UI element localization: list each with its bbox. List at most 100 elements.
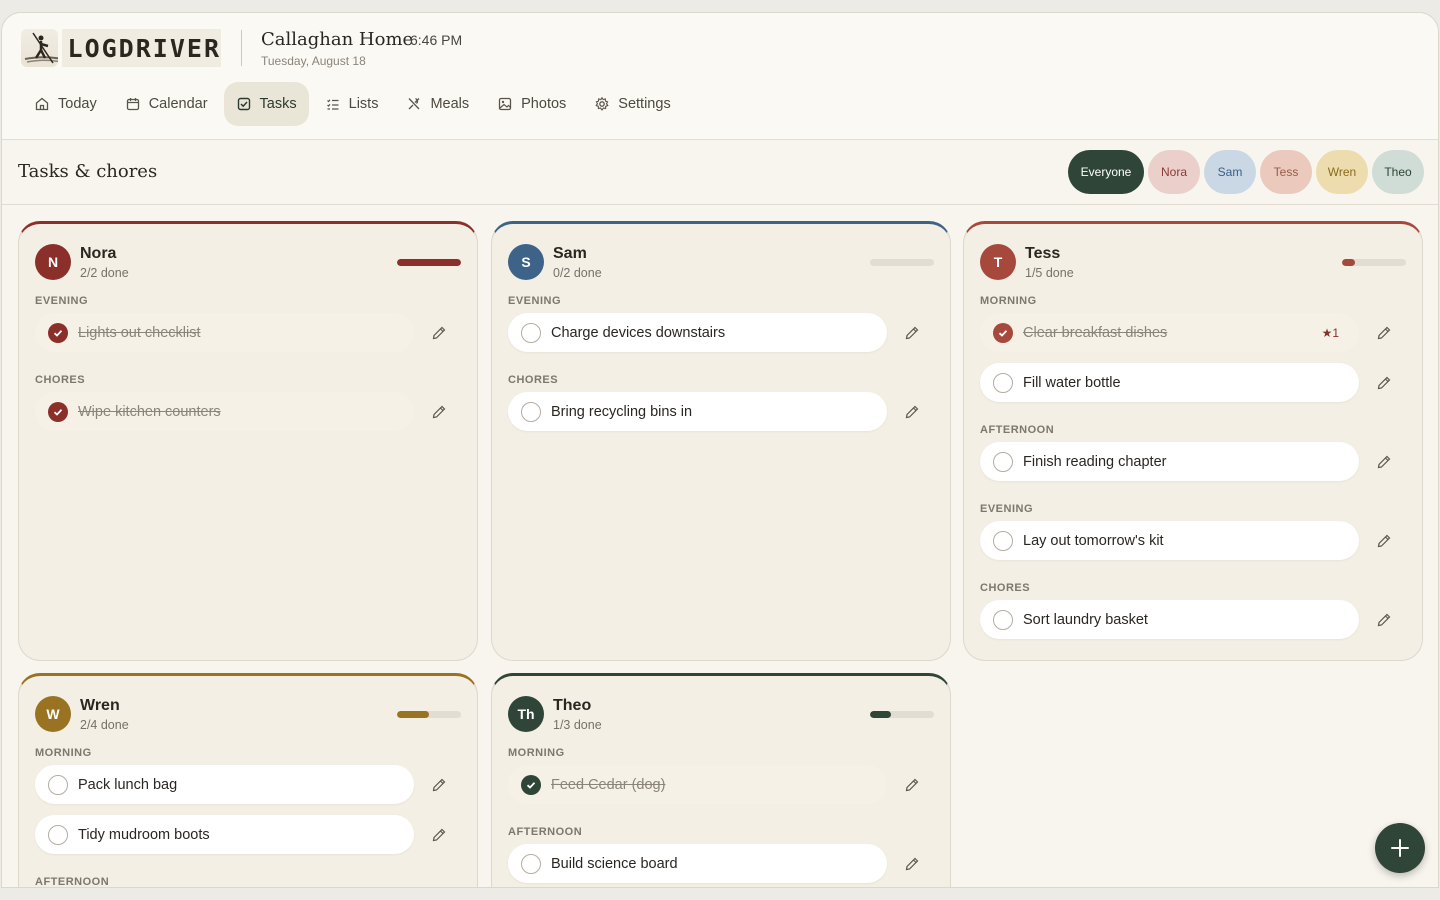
task-item[interactable]: Lights out checklist [35, 313, 414, 352]
filter-tess[interactable]: Tess [1260, 150, 1312, 194]
image-icon [498, 97, 512, 111]
task-item[interactable]: Tidy mudroom boots [35, 815, 414, 854]
nav-calendar[interactable]: Calendar [113, 82, 220, 126]
filter-theo[interactable]: Theo [1372, 150, 1424, 194]
progress-fill [397, 711, 429, 718]
task-item[interactable]: Bring recycling bins in [508, 392, 887, 431]
section-label: CHORES [508, 374, 559, 386]
nav-tasks-label: Tasks [259, 96, 297, 112]
edit-pencil-icon[interactable] [1376, 454, 1392, 470]
checked-circle-icon[interactable] [521, 774, 541, 795]
list-icon [326, 99, 339, 110]
brand-wordmark: LOGDRIVER [61, 29, 221, 67]
unchecked-circle-icon[interactable] [521, 322, 541, 343]
edit-pencil-icon[interactable] [904, 856, 920, 872]
person-name: Tess [1025, 244, 1061, 262]
person-name: Wren [80, 696, 120, 714]
check-square-icon [237, 97, 250, 111]
task-item[interactable]: Charge devices downstairs [508, 313, 887, 352]
app-header: LOGDRIVER Callaghan Home 6:46 PM Tuesday… [2, 13, 1438, 140]
filter-everyone[interactable]: Everyone [1068, 150, 1144, 194]
person-filter: Everyone Nora Sam Tess Wren Theo [1068, 150, 1424, 194]
edit-pencil-icon[interactable] [904, 777, 920, 793]
unchecked-circle-icon[interactable] [48, 824, 68, 845]
task-item[interactable]: Pack lunch bag [35, 765, 414, 804]
filter-sam[interactable]: Sam [1204, 150, 1256, 194]
edit-pencil-icon[interactable] [1376, 375, 1392, 391]
unchecked-circle-icon[interactable] [521, 853, 541, 874]
task-item[interactable]: Feed Cedar (dog) [508, 765, 887, 804]
checked-circle-icon[interactable] [993, 322, 1013, 343]
progress-fill [1342, 259, 1355, 266]
task-item[interactable]: Build science board [508, 844, 887, 883]
avatar: Th [508, 696, 544, 732]
completion-count: 2/2 done [80, 265, 129, 280]
edit-pencil-icon[interactable] [431, 325, 447, 341]
section-label: AFTERNOON [35, 876, 110, 888]
person-info: Nora 2/2 done [80, 245, 129, 280]
progress-bar [397, 711, 461, 718]
person-card-header: W Wren 2/4 done [35, 696, 129, 732]
task-text: Build science board [551, 855, 678, 872]
edit-pencil-icon[interactable] [1376, 612, 1392, 628]
unchecked-circle-icon[interactable] [993, 372, 1013, 393]
task-text: Sort laundry basket [1023, 611, 1148, 628]
logo[interactable]: LOGDRIVER [21, 29, 221, 67]
add-task-button[interactable] [1375, 823, 1425, 873]
unchecked-circle-icon[interactable] [993, 451, 1013, 472]
task-text: Fill water bottle [1023, 374, 1121, 391]
person-card-tess: T Tess 1/5 done MORNING Clear breakfast dish… [963, 221, 1423, 661]
current-time: 6:46 PM [410, 32, 463, 48]
task-text: Charge devices downstairs [551, 324, 726, 341]
task-item[interactable]: Lay out tomorrow's kit [980, 521, 1359, 560]
checked-circle-icon[interactable] [48, 322, 68, 343]
progress-fill [870, 711, 892, 718]
home-icon [35, 97, 49, 111]
task-item[interactable]: Clear breakfast dishes ★1 [980, 313, 1359, 352]
person-card-header: N Nora 2/2 done [35, 244, 129, 280]
logdriver-logo-icon [21, 29, 58, 67]
task-item[interactable]: Fill water bottle [980, 363, 1359, 402]
edit-pencil-icon[interactable] [431, 827, 447, 843]
section-label: AFTERNOON [508, 826, 583, 838]
task-text: Bring recycling bins in [551, 403, 693, 420]
checked-circle-icon[interactable] [48, 401, 68, 422]
filter-nora[interactable]: Nora [1148, 150, 1200, 194]
nav-photos-label: Photos [521, 96, 567, 112]
nav-meals[interactable]: Meals [394, 82, 481, 126]
unchecked-circle-icon[interactable] [48, 774, 68, 795]
edit-pencil-icon[interactable] [431, 777, 447, 793]
nav-today[interactable]: Today [22, 82, 109, 126]
section-label: EVENING [980, 503, 1034, 515]
unchecked-circle-icon[interactable] [993, 530, 1013, 551]
filter-wren[interactable]: Wren [1316, 150, 1368, 194]
person-name: Theo [553, 696, 592, 714]
section-label: CHORES [35, 374, 86, 386]
nav-tasks[interactable]: Tasks [223, 82, 309, 126]
section-label: EVENING [35, 295, 89, 307]
person-card-sam: S Sam 0/2 done EVENING Charge devices downst… [491, 221, 951, 661]
person-card-header: T Tess 1/5 done [980, 244, 1074, 280]
nav-lists[interactable]: Lists [313, 82, 391, 126]
avatar: N [35, 244, 71, 280]
edit-pencil-icon[interactable] [1376, 325, 1392, 341]
task-item[interactable]: Finish reading chapter [980, 442, 1359, 481]
section-label: MORNING [508, 747, 565, 759]
task-item[interactable]: Sort laundry basket [980, 600, 1359, 639]
edit-pencil-icon[interactable] [1376, 533, 1392, 549]
unchecked-circle-icon[interactable] [993, 609, 1013, 630]
progress-bar [870, 259, 934, 266]
unchecked-circle-icon[interactable] [521, 401, 541, 422]
nav-settings[interactable]: Settings [582, 82, 682, 126]
edit-pencil-icon[interactable] [904, 325, 920, 341]
task-text: Lights out checklist [78, 324, 201, 341]
nav-photos[interactable]: Photos [485, 82, 578, 126]
nav-settings-label: Settings [618, 96, 671, 112]
progress-bar [397, 259, 461, 266]
task-item[interactable]: Wipe kitchen counters [35, 392, 414, 431]
person-card-theo: Th Theo 1/3 done MORNING Feed Cedar (dog) AFT… [491, 673, 951, 887]
star-badge: ★1 [1321, 325, 1339, 340]
edit-pencil-icon[interactable] [904, 404, 920, 420]
nav-today-label: Today [58, 96, 97, 112]
edit-pencil-icon[interactable] [431, 404, 447, 420]
